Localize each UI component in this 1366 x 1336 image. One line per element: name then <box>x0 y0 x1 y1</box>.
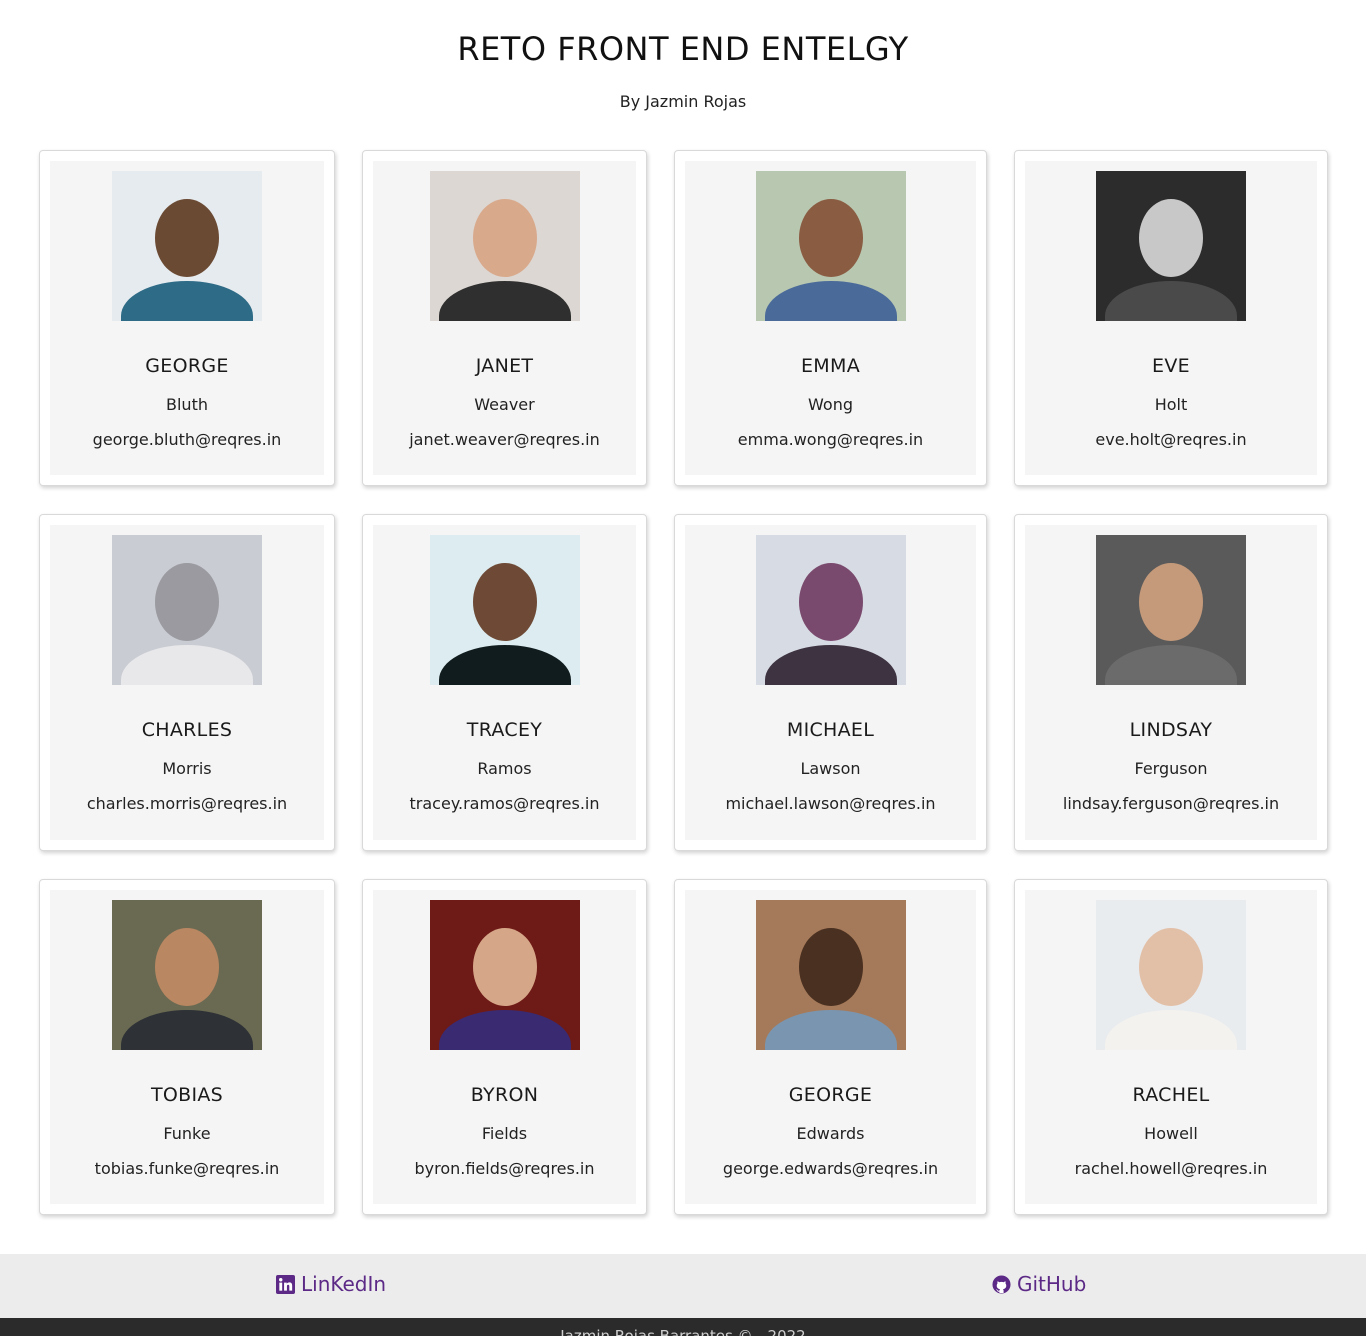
user-card: LINDSAY Ferguson lindsay.ferguson@reqres… <box>1014 514 1328 851</box>
copyright-bar: Jazmin Rojas Barrantes © - 2022 <box>0 1318 1366 1336</box>
linkedin-link[interactable]: LinKedIn <box>276 1272 386 1296</box>
user-card: TRACEY Ramos tracey.ramos@reqres.in <box>362 514 647 851</box>
user-card: JANET Weaver janet.weaver@reqres.in <box>362 150 647 486</box>
user-email: charles.morris@reqres.in <box>86 794 288 813</box>
user-first-name: EVE <box>1152 355 1190 377</box>
user-first-name: MICHAEL <box>786 719 875 741</box>
user-last-name: Lawson <box>800 759 861 778</box>
github-link[interactable]: GitHub <box>992 1272 1086 1296</box>
user-email: janet.weaver@reqres.in <box>409 430 600 449</box>
user-first-name: JANET <box>475 355 534 377</box>
user-card: CHARLES Morris charles.morris@reqres.in <box>39 514 335 851</box>
user-first-name: TOBIAS <box>150 1084 224 1106</box>
user-first-name: CHARLES <box>141 719 233 741</box>
user-first-name: TRACEY <box>466 719 543 741</box>
user-card: EVE Holt eve.holt@reqres.in <box>1014 150 1328 486</box>
user-email: rachel.howell@reqres.in <box>1074 1159 1268 1178</box>
user-last-name: Funke <box>163 1124 211 1143</box>
copyright-text: Jazmin Rojas Barrantes © - 2022 <box>560 1327 806 1336</box>
user-card: BYRON Fields byron.fields@reqres.in <box>362 879 647 1215</box>
user-last-name: Morris <box>162 759 212 778</box>
user-card: GEORGE Edwards george.edwards@reqres.in <box>674 879 987 1215</box>
user-last-name: Ramos <box>477 759 532 778</box>
user-last-name: Holt <box>1154 395 1188 414</box>
user-card: GEORGE Bluth george.bluth@reqres.in <box>39 150 335 486</box>
user-avatar <box>112 900 262 1050</box>
user-card: EMMA Wong emma.wong@reqres.in <box>674 150 987 486</box>
user-avatar <box>112 171 262 321</box>
user-first-name: GEORGE <box>145 355 229 377</box>
page-subtitle: By Jazmin Rojas <box>619 92 747 111</box>
user-avatar <box>429 535 580 685</box>
user-avatar <box>755 171 906 321</box>
user-avatar <box>1096 535 1246 685</box>
user-first-name: GEORGE <box>788 1084 873 1106</box>
user-avatar <box>429 171 580 321</box>
user-email: emma.wong@reqres.in <box>737 430 924 449</box>
user-first-name: RACHEL <box>1132 1084 1210 1106</box>
linkedin-label: LinKedIn <box>301 1272 387 1296</box>
user-email: tracey.ramos@reqres.in <box>409 794 600 813</box>
user-avatar <box>1096 900 1246 1050</box>
user-email: george.edwards@reqres.in <box>722 1159 939 1178</box>
github-label: GitHub <box>1017 1272 1087 1296</box>
user-avatar <box>112 535 262 685</box>
user-avatar <box>755 900 906 1050</box>
user-card: TOBIAS Funke tobias.funke@reqres.in <box>39 879 335 1215</box>
user-email: eve.holt@reqres.in <box>1095 430 1247 449</box>
user-email: lindsay.ferguson@reqres.in <box>1062 794 1280 813</box>
user-email: byron.fields@reqres.in <box>414 1159 595 1178</box>
user-email: michael.lawson@reqres.in <box>725 794 936 813</box>
user-avatar <box>429 900 580 1050</box>
user-email: tobias.funke@reqres.in <box>94 1159 280 1178</box>
github-icon <box>992 1274 1011 1294</box>
user-last-name: Weaver <box>474 395 535 414</box>
linkedin-icon <box>276 1274 295 1294</box>
user-last-name: Wong <box>808 395 853 414</box>
page-title: RETO FRONT END ENTELGY <box>457 30 909 68</box>
user-last-name: Howell <box>1144 1124 1198 1143</box>
user-avatar <box>1096 171 1246 321</box>
user-first-name: BYRON <box>470 1084 539 1106</box>
user-email: george.bluth@reqres.in <box>92 430 282 449</box>
user-first-name: LINDSAY <box>1129 719 1213 741</box>
user-last-name: Fields <box>481 1124 528 1143</box>
user-card: RACHEL Howell rachel.howell@reqres.in <box>1014 879 1328 1215</box>
user-last-name: Bluth <box>166 395 208 414</box>
social-links-bar: LinKedIn GitHub <box>0 1254 1366 1318</box>
user-card: MICHAEL Lawson michael.lawson@reqres.in <box>674 514 987 851</box>
user-last-name: Ferguson <box>1134 759 1208 778</box>
user-last-name: Edwards <box>796 1124 865 1143</box>
user-avatar <box>755 535 906 685</box>
user-first-name: EMMA <box>801 355 860 377</box>
